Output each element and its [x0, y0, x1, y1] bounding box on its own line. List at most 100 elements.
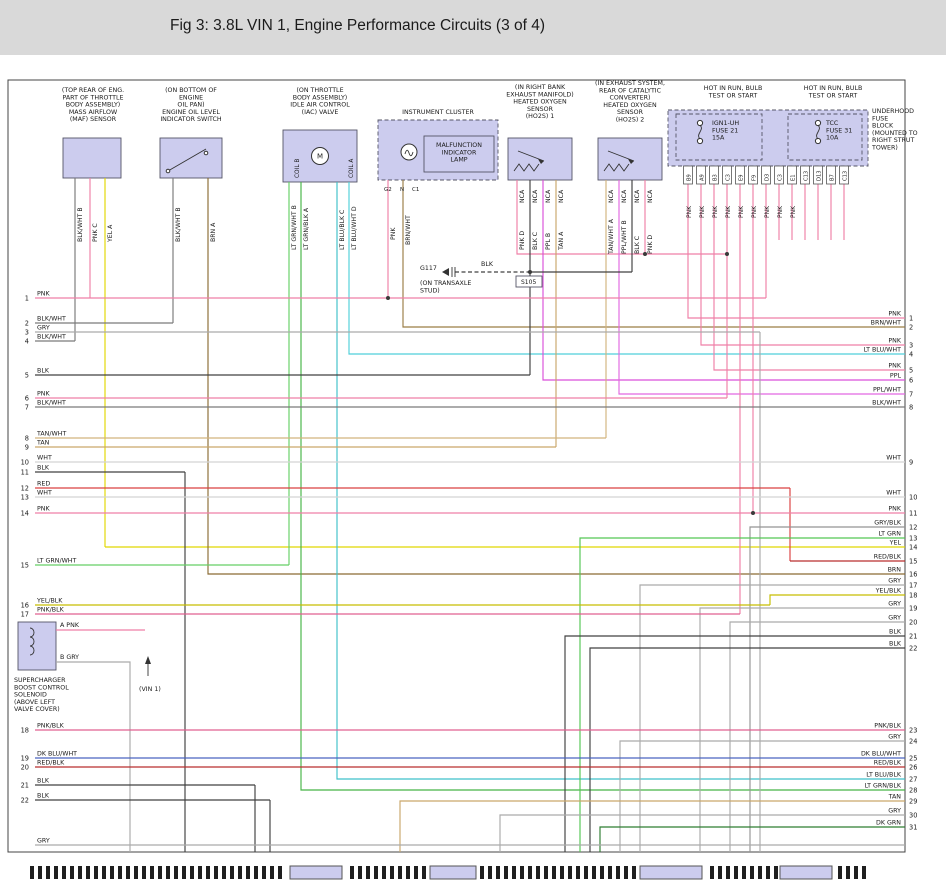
underhood-label: FUSE — [872, 115, 888, 122]
pin-label: A9 — [700, 174, 706, 181]
cutoff-mark — [262, 866, 266, 879]
solenoid-caption: SUPERCHARGER — [14, 677, 66, 684]
wire-color-label: TAN/WHT — [36, 431, 66, 438]
circuit-number-right: 5 — [909, 366, 913, 374]
pin-wire-label: BLK C — [532, 232, 539, 250]
pin-wire-label: BLK/WHT B — [175, 207, 182, 242]
wire-color-label: RED/BLK — [874, 760, 902, 767]
iac-caption: (IAC) VALVE — [302, 109, 339, 116]
pin-wire-label: PNK — [390, 227, 397, 240]
pin-wire-label: LT GRN/WHT B — [291, 205, 298, 250]
oil-switch-caption: (ON BOTTOM OF — [165, 87, 217, 94]
circuit-number-right: 7 — [909, 390, 913, 398]
cutoff-mark — [624, 866, 628, 879]
cutoff-mark — [544, 866, 548, 879]
cutoff-mark — [70, 866, 74, 879]
pin-label: C13 — [804, 171, 810, 181]
pin-wire-label: NCA — [647, 189, 654, 203]
pin-label: D3 — [765, 174, 771, 181]
circuit-number-right: 31 — [909, 823, 917, 831]
circuit-number-right: 10 — [909, 493, 917, 501]
cutoff-mark — [552, 866, 556, 879]
circuit-number-right: 15 — [909, 557, 917, 565]
wire-color-label: DK GRN — [876, 820, 901, 827]
pin-wire-label: PNK D — [519, 231, 526, 250]
pin-wire-label: BLK C — [634, 236, 641, 254]
cutoff-mark — [734, 866, 738, 879]
circuit-number-right: 20 — [909, 618, 917, 626]
cutoff-mark — [488, 866, 492, 879]
fuse21-label: FUSE 21 — [712, 127, 738, 134]
cluster-pin-g2: G2 — [384, 187, 392, 193]
cutoff-mark — [102, 866, 106, 879]
cutoff-mark — [398, 866, 402, 879]
solenoid-caption: VALVE COVER) — [14, 706, 60, 713]
ho2s1-caption: (HO2S) 1 — [526, 113, 555, 120]
cutoff-mark — [406, 866, 410, 879]
cutoff-mark — [576, 866, 580, 879]
circuit-number-right: 28 — [909, 786, 917, 794]
wire-color-label: PNK/BLK — [874, 723, 902, 730]
ho2s2-caption: REAR OF CATALYTIC — [599, 87, 662, 94]
cutoff-mark — [838, 866, 842, 879]
wire-color-label: DK BLU/WHT — [37, 751, 77, 758]
circuit-number-left: 8 — [25, 434, 29, 442]
fuse-icon — [697, 138, 702, 143]
circuit-number-right: 3 — [909, 341, 913, 349]
pin-wire-label: NCA — [545, 189, 552, 203]
wire-color-label: LT GRN/BLK — [864, 783, 901, 790]
cutoff-mark — [78, 866, 82, 879]
cutoff-mark — [150, 866, 154, 879]
circuit-number-left: 19 — [21, 754, 29, 762]
solenoid-caption: BOOST CONTROL — [14, 684, 69, 691]
cluster-caption: INSTRUMENT CLUSTER — [402, 109, 474, 116]
cutoff-mark — [742, 866, 746, 879]
cutoff-mark — [600, 866, 604, 879]
wire-color-label: PNK — [888, 338, 902, 345]
wire-color-label: BLK/WHT — [872, 400, 901, 407]
cutoff-mark — [62, 866, 66, 879]
junction-dot — [751, 511, 755, 515]
cutoff-mark — [616, 866, 620, 879]
cutoff-component — [290, 866, 342, 879]
pin-wire-label: NCA — [519, 189, 526, 203]
circuit-number-left: 12 — [21, 484, 29, 492]
cutoff-mark — [750, 866, 754, 879]
cutoff-mark — [862, 866, 866, 879]
pin-wire-label: COIL A — [349, 159, 355, 178]
wire-color-label: PNK — [764, 205, 771, 218]
cutoff-mark — [358, 866, 362, 879]
pin-label: E1 — [791, 174, 797, 181]
circuit-number-right: 18 — [909, 591, 917, 599]
splice-wire-label: BLK — [481, 261, 494, 268]
wire-color-label: RED/BLK — [37, 760, 65, 767]
wire-color-label: BLK/WHT — [37, 334, 66, 341]
wire-color-label: TAN — [888, 794, 902, 801]
fuse31-label: 10A — [826, 135, 839, 142]
switch-contact — [166, 169, 170, 173]
pin-label: B7 — [830, 174, 836, 181]
cutoff-mark — [166, 866, 170, 879]
wire-color-label: LT GRN/WHT — [37, 558, 77, 565]
cluster-pin-c1: C1 — [412, 187, 419, 193]
cutoff-mark — [374, 866, 378, 879]
wire-color-label: DK BLU/WHT — [861, 751, 901, 758]
cutoff-mark — [38, 866, 42, 879]
wire-color-label: WHT — [886, 490, 901, 497]
circuit-number-right: 14 — [909, 543, 917, 551]
circuit-number-right: 11 — [909, 509, 917, 517]
circuit-number-right: 23 — [909, 726, 917, 734]
wire-color-label: PNK — [888, 363, 902, 370]
mil-label: INDICATOR — [442, 149, 477, 156]
wire-color-label: YEL — [889, 540, 902, 547]
underhood-label: RIGHT STRUT — [872, 137, 915, 144]
hot-label-2: HOT IN RUN, BULB — [804, 85, 863, 92]
circuit-number-left: 6 — [25, 394, 29, 402]
iac-caption: IDLE AIR CONTROL — [290, 102, 350, 109]
cutoff-mark — [568, 866, 572, 879]
maf-sensor-box — [63, 138, 121, 178]
cutoff-mark — [766, 866, 770, 879]
cutoff-mark — [134, 866, 138, 879]
wire-color-label: BLK — [37, 465, 50, 472]
cutoff-mark — [504, 866, 508, 879]
